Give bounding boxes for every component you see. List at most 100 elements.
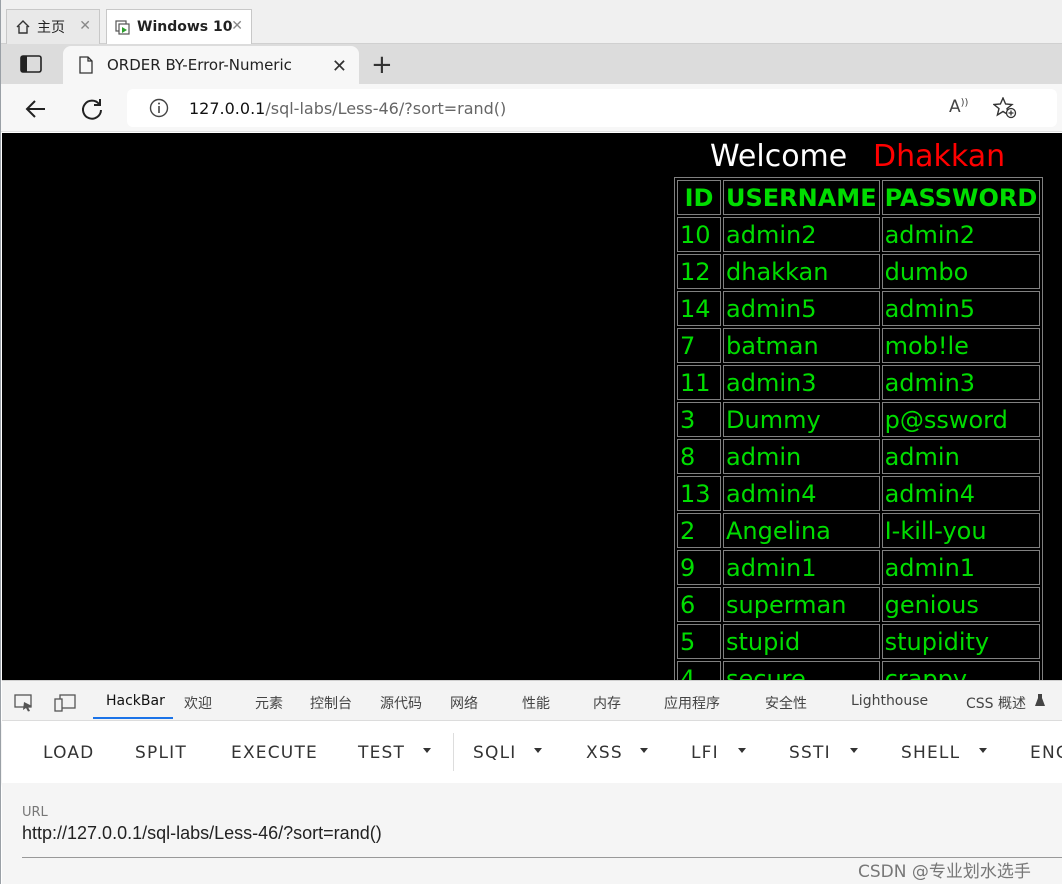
info-icon[interactable] xyxy=(149,98,169,118)
cell-username: admin4 xyxy=(723,476,880,511)
address-bar[interactable]: 127.0.0.1/sql-labs/Less-46/?sort=rand() … xyxy=(127,89,1057,127)
browser-tab-strip: ORDER BY-Error-Numeric ✕ + xyxy=(1,44,1062,84)
navigation-bar: 127.0.0.1/sql-labs/Less-46/?sort=rand() … xyxy=(1,84,1062,132)
table-row: 7 batman mob!le xyxy=(677,328,1041,363)
web-page: Welcome Dhakkan ID USERNAME PASSWORD 10 a… xyxy=(2,133,1062,680)
table-row: 10 admin2 admin2 xyxy=(677,217,1041,252)
refresh-icon[interactable] xyxy=(79,96,105,122)
cell-username: superman xyxy=(723,587,880,622)
inspect-element-icon[interactable] xyxy=(14,694,34,712)
vm-tab-windows10[interactable]: Windows 10 ✕ xyxy=(106,9,252,44)
cell-password: crappy xyxy=(881,661,1041,680)
watermark-text: CSDN @专业划水选手 xyxy=(858,862,1031,882)
cell-username: stupid xyxy=(723,624,880,659)
read-aloud-icon[interactable]: A)) xyxy=(949,97,968,117)
home-icon xyxy=(16,20,30,34)
tab-application[interactable]: 应用程序 xyxy=(664,693,720,713)
table-row: 6 superman genious xyxy=(677,587,1041,622)
cell-password: admin3 xyxy=(881,365,1041,400)
cell-username: batman xyxy=(723,328,880,363)
favorite-star-icon[interactable] xyxy=(993,97,1017,119)
xss-menu-button[interactable]: XSS xyxy=(586,743,623,763)
table-row: 13 admin4 admin4 xyxy=(677,476,1041,511)
cell-id: 8 xyxy=(677,439,721,474)
cell-username: admin1 xyxy=(723,550,880,585)
cell-id: 13 xyxy=(677,476,721,511)
devtools-tab-bar: HackBar 欢迎 元素 控制台 源代码 网络 性能 内存 应用程序 安全性 … xyxy=(2,681,1062,721)
active-tab-indicator xyxy=(93,717,173,719)
chevron-down-icon[interactable] xyxy=(738,748,746,753)
tab-hackbar[interactable]: HackBar xyxy=(106,693,165,709)
screen: 主页 ✕ Windows 10 ✕ ORDER BY-Error-Numeric… xyxy=(0,0,1062,884)
test-menu-button[interactable]: TEST xyxy=(358,743,405,763)
tab-memory[interactable]: 内存 xyxy=(593,693,621,713)
tab-lighthouse[interactable]: Lighthouse xyxy=(851,693,928,709)
load-button[interactable]: LOAD xyxy=(43,743,94,763)
cell-password: p@ssword xyxy=(881,402,1041,437)
cell-password: admin xyxy=(881,439,1041,474)
table-row: 4 secure crappy xyxy=(677,661,1041,680)
encoding-menu-button[interactable]: ENC xyxy=(1030,743,1062,763)
user-name-text: Dhakkan xyxy=(873,139,1006,174)
cell-password: dumbo xyxy=(881,254,1041,289)
device-emulation-icon[interactable] xyxy=(54,694,76,712)
address-url: 127.0.0.1/sql-labs/Less-46/?sort=rand() xyxy=(189,99,506,118)
vm-tab-label: Windows 10 xyxy=(137,19,233,35)
cell-id: 3 xyxy=(677,402,721,437)
close-icon[interactable]: ✕ xyxy=(231,18,243,34)
cell-id: 4 xyxy=(677,661,721,680)
cell-password: mob!le xyxy=(881,328,1041,363)
tab-sources[interactable]: 源代码 xyxy=(380,693,422,713)
cell-id: 7 xyxy=(677,328,721,363)
chevron-down-icon[interactable] xyxy=(423,748,431,753)
lfi-menu-button[interactable]: LFI xyxy=(691,743,719,763)
shell-menu-button[interactable]: SHELL xyxy=(901,743,960,763)
sqli-menu-button[interactable]: SQLI xyxy=(473,743,516,763)
cell-username: admin xyxy=(723,439,880,474)
cell-password: genious xyxy=(881,587,1041,622)
ssti-menu-button[interactable]: SSTI xyxy=(789,743,831,763)
cell-password: admin1 xyxy=(881,550,1041,585)
cell-id: 10 xyxy=(677,217,721,252)
split-button[interactable]: SPLIT xyxy=(135,743,187,763)
table-row: 5 stupid stupidity xyxy=(677,624,1041,659)
tab-network[interactable]: 网络 xyxy=(450,693,478,713)
new-tab-icon[interactable]: + xyxy=(371,50,393,80)
chevron-down-icon[interactable] xyxy=(534,748,542,753)
cell-id: 11 xyxy=(677,365,721,400)
address-path: /sql-labs/Less-46/?sort=rand() xyxy=(265,99,507,118)
table-row: 12 dhakkan dumbo xyxy=(677,254,1041,289)
toolbar-divider xyxy=(453,733,454,771)
cell-id: 6 xyxy=(677,587,721,622)
chevron-down-icon[interactable] xyxy=(979,748,987,753)
column-header-username: USERNAME xyxy=(723,180,880,215)
close-icon[interactable]: ✕ xyxy=(79,18,91,34)
column-header-password: PASSWORD xyxy=(881,180,1041,215)
vm-icon xyxy=(115,20,130,35)
tab-console[interactable]: 控制台 xyxy=(310,693,352,713)
url-input[interactable]: http://127.0.0.1/sql-labs/Less-46/?sort=… xyxy=(22,823,382,844)
chevron-down-icon[interactable] xyxy=(850,748,858,753)
hackbar-toolbar: LOAD SPLIT EXECUTE TEST SQLI XSS LFI SST… xyxy=(2,721,1062,783)
tab-performance[interactable]: 性能 xyxy=(522,693,550,713)
table-row: 8 admin admin xyxy=(677,439,1041,474)
close-icon[interactable]: ✕ xyxy=(332,56,347,77)
cell-id: 2 xyxy=(677,513,721,548)
execute-button[interactable]: EXECUTE xyxy=(231,743,318,763)
browser-tab-active[interactable]: ORDER BY-Error-Numeric ✕ xyxy=(63,46,359,84)
cell-username: admin3 xyxy=(723,365,880,400)
tab-actions-icon[interactable] xyxy=(20,55,42,73)
back-arrow-icon[interactable] xyxy=(23,96,49,122)
tab-welcome[interactable]: 欢迎 xyxy=(184,693,212,713)
url-label: URL xyxy=(22,805,48,820)
chevron-down-icon[interactable] xyxy=(640,748,648,753)
results-table: ID USERNAME PASSWORD 10 admin2 admin2 12 dh… xyxy=(674,177,1044,680)
cell-password: admin2 xyxy=(881,217,1041,252)
tab-elements[interactable]: 元素 xyxy=(255,693,283,713)
vm-tab-home[interactable]: 主页 ✕ xyxy=(6,9,100,44)
cell-username: admin5 xyxy=(723,291,880,326)
flask-icon xyxy=(1035,694,1045,706)
cell-id: 5 xyxy=(677,624,721,659)
tab-security[interactable]: 安全性 xyxy=(765,693,807,713)
tab-css-overview[interactable]: CSS 概述 xyxy=(966,693,1026,713)
